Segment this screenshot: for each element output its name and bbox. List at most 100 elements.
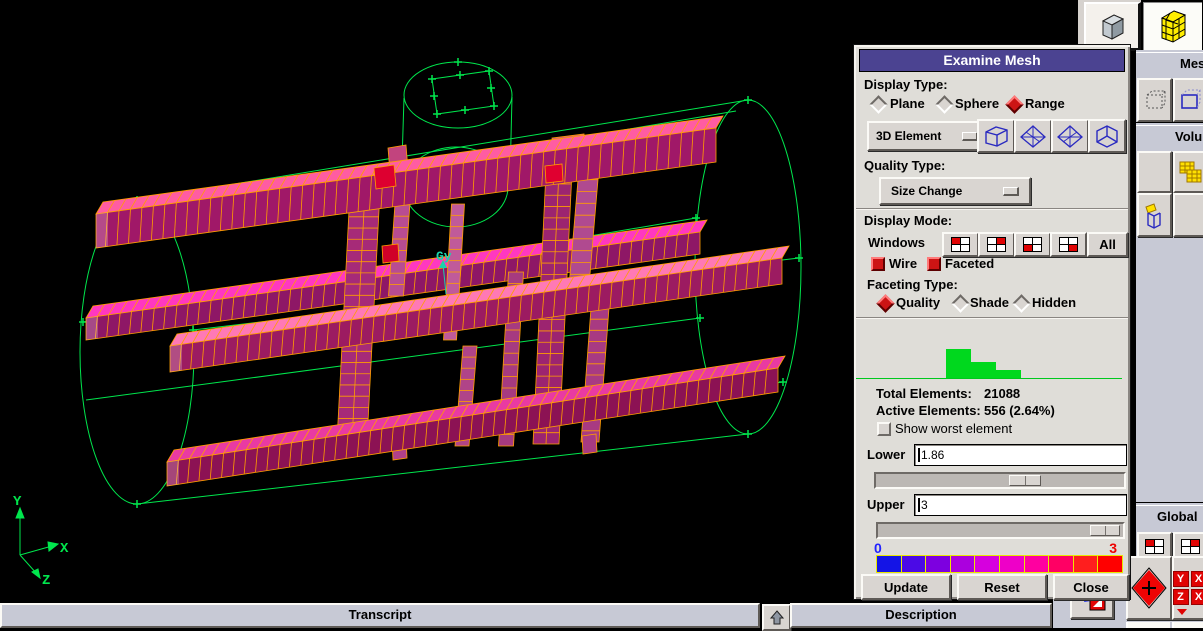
hex-element-button[interactable] — [977, 119, 1015, 153]
mesh-button[interactable] — [1141, 0, 1203, 52]
partial-button — [1126, 622, 1170, 628]
active-elements-value: 556 (2.64%) — [984, 403, 1055, 418]
sphere-radio[interactable] — [935, 95, 953, 113]
reset-button[interactable]: Reset — [957, 574, 1047, 600]
hexa-dashed-button[interactable] — [1137, 78, 1172, 122]
open-box-icon — [1142, 201, 1168, 229]
right-panel: Mes Volu Global C — [1135, 50, 1203, 603]
quality-histogram — [856, 331, 1122, 379]
color-scale-segment — [877, 556, 902, 572]
lower-slider[interactable] — [874, 472, 1126, 489]
separator — [856, 317, 1128, 319]
bottom-bar: Transcript Description — [0, 603, 1203, 628]
volume-section-header: Volu — [1136, 125, 1203, 147]
windows-label: Windows — [868, 235, 925, 250]
volume-tool-button-2[interactable] — [1173, 193, 1203, 237]
window-4-button[interactable] — [1050, 232, 1087, 257]
dropdown-triangle-icon — [1176, 608, 1188, 616]
show-worst-checkbox[interactable] — [877, 422, 891, 436]
active-elements-label: Active Elements: — [876, 403, 981, 418]
prism-element-icon — [1092, 123, 1122, 149]
solid-cube-icon — [1095, 9, 1129, 43]
shade-radio-label[interactable]: Shade — [970, 295, 1009, 310]
upper-slider-thumb[interactable] — [1090, 525, 1120, 536]
red-diamond-icon — [1130, 566, 1168, 610]
mesh-structure — [86, 116, 789, 486]
axis-views-button[interactable]: YXZX — [1172, 556, 1203, 620]
plane-radio[interactable] — [869, 95, 887, 113]
axis-z-label: Z — [42, 573, 50, 589]
update-button-label: Update — [884, 580, 928, 595]
up-arrow-icon — [769, 610, 785, 626]
bad-quality-element — [374, 165, 396, 189]
histogram-bar — [946, 349, 971, 378]
element-type-dropdown[interactable]: 3D Element — [867, 121, 987, 151]
volume-mesh-button[interactable] — [1173, 151, 1203, 193]
lower-input[interactable]: 1.86 — [914, 444, 1127, 466]
quality-type-dropdown[interactable]: Size Change — [879, 177, 1031, 205]
transcript-expand-button[interactable] — [762, 604, 791, 631]
plane-radio-label[interactable]: Plane — [890, 96, 925, 111]
color-scale-segment — [975, 556, 1000, 572]
shade-radio[interactable] — [951, 294, 969, 312]
quality-radio[interactable] — [876, 294, 894, 312]
hexa-solid-button[interactable] — [1173, 78, 1203, 122]
quadrant-tl-icon — [951, 237, 970, 252]
quality-radio-label[interactable]: Quality — [896, 295, 940, 310]
show-worst-label[interactable]: Show worst element — [895, 421, 1012, 436]
quadrant-tr-icon — [987, 237, 1006, 252]
wire-checkbox-label[interactable]: Wire — [889, 256, 917, 271]
open-block-button[interactable] — [1137, 193, 1172, 237]
upper-input[interactable]: 3 — [914, 494, 1127, 516]
top-toolbar — [1078, 0, 1203, 50]
option-menu-glyph — [1003, 187, 1019, 196]
color-scale-bar — [876, 555, 1123, 573]
tet-element-button-1[interactable] — [1014, 119, 1052, 153]
examine-mesh-dialog: Examine Mesh Display Type: Plane Sphere … — [853, 44, 1131, 600]
histogram-bar — [996, 370, 1021, 378]
faceted-checkbox-label[interactable]: Faceted — [945, 256, 994, 271]
tet-element-icon-2 — [1055, 123, 1085, 149]
faceted-checkbox[interactable] — [927, 257, 941, 271]
histogram-baseline — [856, 378, 1122, 379]
reset-button-label: Reset — [984, 580, 1019, 595]
hidden-radio-label[interactable]: Hidden — [1032, 295, 1076, 310]
dialog-title: Examine Mesh — [943, 52, 1040, 68]
mesh-cube-icon — [1154, 6, 1192, 46]
description-bar[interactable]: Description — [790, 603, 1052, 628]
divider — [1136, 502, 1203, 503]
dialog-title-bar[interactable]: Examine Mesh — [859, 49, 1125, 72]
mesh-stub — [582, 434, 597, 454]
axis-y-label: Y — [13, 494, 22, 510]
axis-view-tile: X — [1191, 571, 1203, 587]
window-2-button[interactable] — [978, 232, 1015, 257]
wire-checkbox[interactable] — [871, 257, 885, 271]
quality-type-value: Size Change — [891, 184, 962, 198]
blue-cube-icon — [1179, 88, 1203, 112]
bad-quality-element — [382, 244, 399, 263]
color-scale-segment — [1074, 556, 1099, 572]
window-1-button[interactable] — [942, 232, 979, 257]
upper-slider[interactable] — [876, 522, 1125, 539]
axis-view-tile: Z — [1173, 589, 1189, 605]
quality-type-label: Quality Type: — [864, 158, 945, 173]
axis-triad: YXZ — [13, 494, 69, 589]
volume-tool-button-1[interactable] — [1137, 151, 1172, 193]
range-radio-label[interactable]: Range — [1025, 96, 1065, 111]
center-view-button[interactable] — [1126, 556, 1172, 620]
range-radio[interactable] — [1005, 95, 1023, 113]
transcript-bar[interactable]: Transcript — [0, 603, 760, 628]
sphere-radio-label[interactable]: Sphere — [955, 96, 999, 111]
quadrant-tl-icon — [1145, 539, 1164, 554]
tet-element-button-2[interactable] — [1051, 119, 1089, 153]
windows-all-button[interactable]: All — [1087, 232, 1128, 257]
update-button[interactable]: Update — [861, 574, 951, 600]
window-3-button[interactable] — [1014, 232, 1051, 257]
element-type-value: 3D Element — [876, 129, 941, 143]
prism-element-button[interactable] — [1088, 119, 1126, 153]
hex-element-icon — [981, 123, 1011, 149]
hidden-radio[interactable] — [1012, 294, 1030, 312]
close-button[interactable]: Close — [1053, 574, 1129, 600]
histogram-bar — [971, 362, 996, 378]
lower-slider-thumb[interactable] — [1009, 475, 1041, 486]
